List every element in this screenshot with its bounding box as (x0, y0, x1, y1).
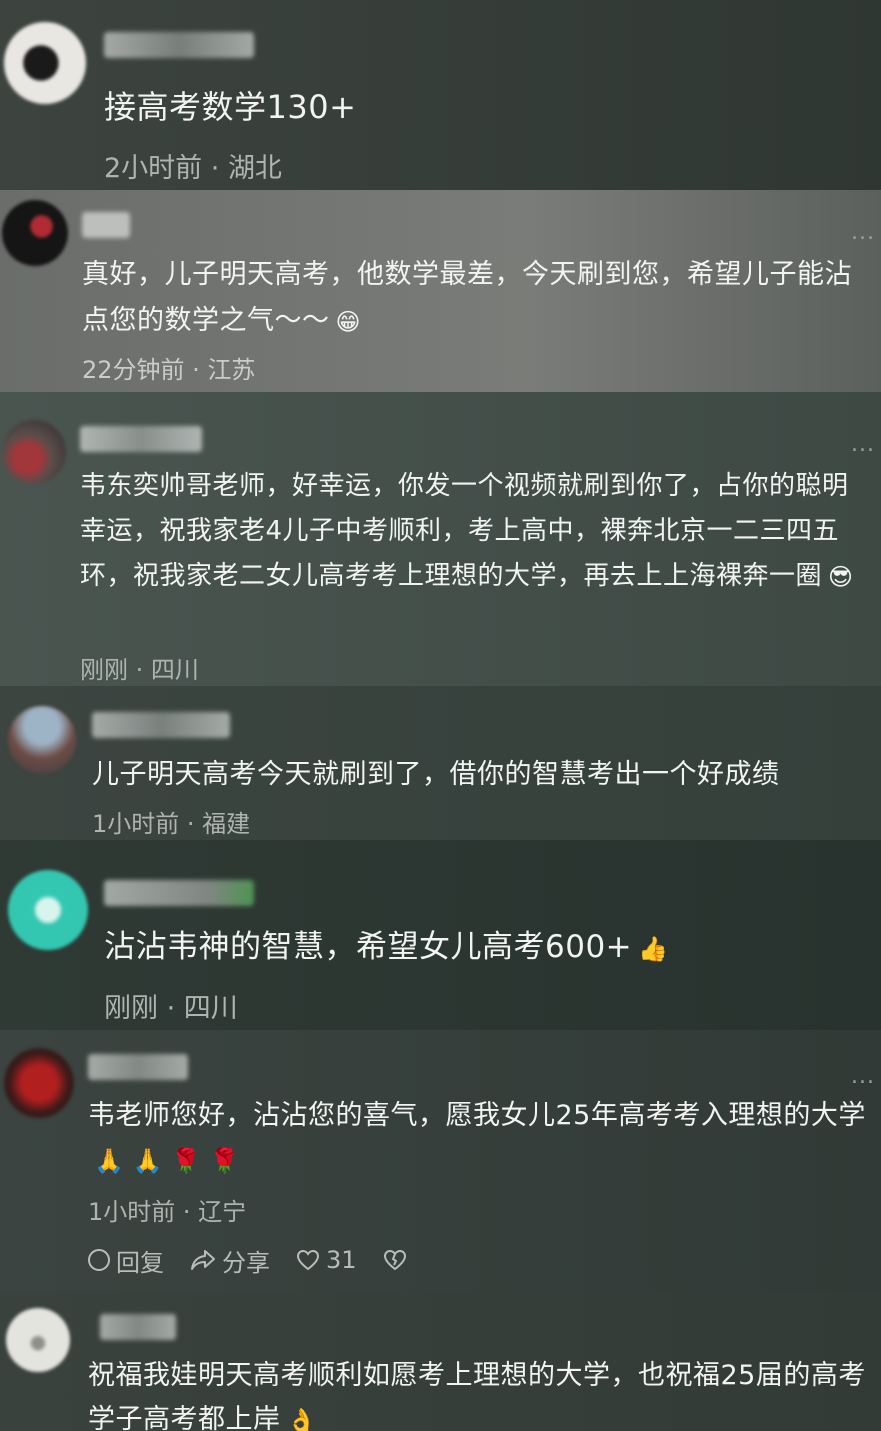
avatar[interactable] (2, 420, 66, 484)
comment-text: 接高考数学130+ (104, 84, 804, 130)
comment-meta: 2小时前 · 湖北 (104, 146, 282, 185)
comment-time: 22分钟前 (82, 356, 185, 384)
comment-text: 祝福我娃明天高考顺利如愿考上理想的大学，也祝福25届的高考学子高考都上岸 👌 (88, 1354, 878, 1431)
comment-5[interactable]: 沾沾韦神的智慧，希望女儿高考600+ 👍 刚刚 · 四川 (0, 840, 881, 1030)
comment-text: 儿子明天高考今天就刷到了，借你的智慧考出一个好成绩 (92, 752, 852, 798)
comment-time: 刚刚 (80, 656, 128, 684)
username-blurred[interactable] (82, 212, 130, 238)
comment-7[interactable]: 祝福我娃明天高考顺利如愿考上理想的大学，也祝福25届的高考学子高考都上岸 👌 (0, 1292, 881, 1431)
meta-separator: · (179, 810, 203, 838)
broken-heart-icon (383, 1249, 406, 1271)
username-blurred[interactable] (100, 1314, 176, 1340)
comment-meta: 1小时前 · 福建 (92, 804, 250, 839)
share-label: 分享 (222, 1248, 270, 1277)
username-blurred[interactable] (104, 880, 254, 906)
grin-emoji: 😁 (335, 307, 362, 336)
username-blurred[interactable] (104, 32, 254, 58)
comment-text-content: 祝福我娃明天高考顺利如愿考上理想的大学，也祝福25届的高考学子高考都上岸 (88, 1360, 866, 1431)
comment-text: 真好，儿子明天高考，他数学最差，今天刷到您，希望儿子能沾点您的数学之气～～ 😁 (82, 252, 878, 344)
avatar[interactable] (8, 870, 88, 950)
comment-meta: 22分钟前 · 江苏 (82, 350, 255, 385)
avatar[interactable] (6, 1308, 70, 1372)
comment-text: 韦东奕帅哥老师，好幸运，你发一个视频就刷到你了，占你的聪明幸运，祝我家老4儿子中… (80, 464, 870, 599)
comment-3[interactable]: ... 韦东奕帅哥老师，好幸运，你发一个视频就刷到你了，占你的聪明幸运，祝我家老… (0, 392, 881, 686)
share-icon (191, 1250, 215, 1270)
dislike-button[interactable] (383, 1249, 407, 1271)
comment-1[interactable]: 接高考数学130+ 2小时前 · 湖北 (0, 0, 881, 190)
comment-actions: 回复 分享 31 (88, 1242, 407, 1278)
comment-time: 刚刚 (104, 993, 158, 1024)
comment-region: 四川 (183, 993, 238, 1024)
comment-text-content: 韦老师您好，沾沾您的喜气，愿我女儿25年高考考入理想的大学 (88, 1100, 866, 1131)
comment-region: 四川 (150, 656, 199, 684)
comment-4[interactable]: 儿子明天高考今天就刷到了，借你的智慧考出一个好成绩 1小时前 · 福建 (0, 686, 881, 840)
more-icon[interactable]: ... (851, 220, 875, 245)
ok-hand-emoji: 👌 (286, 1406, 317, 1431)
comment-region: 江苏 (207, 356, 256, 384)
username-blurred[interactable] (80, 426, 202, 452)
heart-icon (296, 1249, 320, 1271)
reply-icon (88, 1249, 110, 1271)
comment-region: 辽宁 (198, 1198, 247, 1226)
like-button[interactable]: 31 (296, 1246, 357, 1274)
meta-separator: · (184, 356, 208, 384)
sunglasses-emoji: 😎 (828, 562, 854, 591)
avatar[interactable] (4, 22, 86, 104)
pray-rose-emojis: 🙏 🙏 🌹 🌹 (94, 1146, 240, 1175)
reply-button[interactable]: 回复 (88, 1243, 164, 1278)
username-blurred[interactable] (88, 1054, 188, 1080)
meta-separator: · (158, 993, 184, 1024)
avatar[interactable] (4, 1048, 74, 1118)
comment-text-content: 真好，儿子明天高考，他数学最差，今天刷到您，希望儿子能沾点您的数学之气～～ (82, 259, 852, 336)
thumbs-up-emoji: 👍 (638, 934, 669, 963)
meta-separator: · (175, 1198, 199, 1226)
like-count: 31 (326, 1246, 357, 1274)
comment-text-content: 沾沾韦神的智慧，希望女儿高考600+ (104, 929, 633, 965)
comment-feed: 接高考数学130+ 2小时前 · 湖北 ... 真好，儿子明天高考，他数学最差，… (0, 0, 881, 1431)
meta-separator: · (128, 656, 151, 684)
reply-label: 回复 (116, 1248, 164, 1277)
meta-separator: · (202, 153, 228, 184)
comment-text-content: 儿子明天高考今天就刷到了，借你的智慧考出一个好成绩 (92, 759, 780, 790)
comment-time: 2小时前 (104, 153, 203, 184)
comment-region: 湖北 (227, 153, 282, 184)
comment-text-content: 接高考数学130+ (104, 88, 357, 126)
comment-meta: 刚刚 · 四川 (80, 650, 199, 685)
avatar[interactable] (2, 200, 68, 266)
comment-region: 福建 (202, 810, 251, 838)
more-icon[interactable]: ... (851, 432, 875, 457)
share-button[interactable]: 分享 (190, 1243, 270, 1278)
avatar[interactable] (8, 706, 76, 774)
comment-meta: 1小时前 · 辽宁 (88, 1192, 246, 1227)
username-blurred[interactable] (92, 712, 230, 738)
comment-2[interactable]: ... 真好，儿子明天高考，他数学最差，今天刷到您，希望儿子能沾点您的数学之气～… (0, 190, 881, 392)
comment-text-content: 韦东奕帅哥老师，好幸运，你发一个视频就刷到你了，占你的聪明幸运，祝我家老4儿子中… (80, 471, 849, 591)
more-icon[interactable]: ... (851, 1064, 875, 1089)
comment-time: 1小时前 (92, 810, 180, 838)
comment-text: 韦老师您好，沾沾您的喜气，愿我女儿25年高考考入理想的大学 🙏 🙏 🌹 🌹 (88, 1094, 878, 1182)
comment-meta: 刚刚 · 四川 (104, 986, 238, 1025)
comment-time: 1小时前 (88, 1198, 176, 1226)
comment-text: 沾沾韦神的智慧，希望女儿高考600+ 👍 (104, 924, 864, 970)
